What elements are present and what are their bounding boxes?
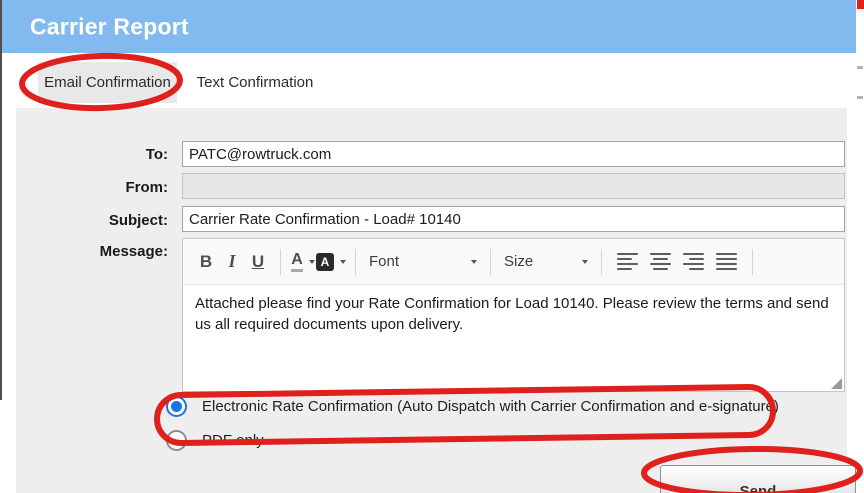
toolbar-separator	[355, 248, 356, 275]
tab-email-confirmation[interactable]: Email Confirmation	[38, 62, 177, 103]
radio-unselected-icon	[166, 430, 187, 451]
header: Carrier Report	[2, 0, 856, 53]
align-left-button[interactable]	[617, 252, 638, 271]
tab-text-label: Text Confirmation	[196, 74, 314, 91]
radio-electronic-label: Electronic Rate Confirmation (Auto Dispa…	[202, 398, 779, 415]
radio-selected-icon	[166, 396, 187, 417]
align-right-button[interactable]	[683, 252, 704, 271]
align-justify-button[interactable]	[716, 252, 737, 271]
toolbar-separator	[280, 248, 281, 275]
font-select[interactable]: Font	[365, 247, 481, 277]
size-select-label: Size	[504, 253, 534, 270]
message-body-input[interactable]: Attached please find your Rate Confirmat…	[183, 285, 844, 391]
font-select-label: Font	[369, 253, 400, 270]
toolbar-separator	[601, 248, 602, 275]
toolbar-separator	[752, 248, 753, 275]
subject-label: Subject:	[108, 212, 168, 229]
message-editor: B I U A A Font Size Attached please find…	[182, 238, 845, 392]
from-label: From:	[125, 179, 169, 196]
window-left-border	[0, 0, 2, 400]
to-label: To:	[145, 146, 168, 163]
toolbar-separator	[490, 248, 491, 275]
tab-email-label: Email Confirmation	[44, 74, 171, 91]
chevron-down-icon	[471, 259, 477, 264]
scrollbar-mark	[857, 66, 863, 69]
resize-handle-icon[interactable]	[831, 378, 842, 389]
text-color-icon: A	[291, 251, 303, 272]
chevron-down-icon	[308, 259, 315, 264]
page-title: Carrier Report	[30, 13, 189, 39]
red-annotation-fragment	[857, 0, 864, 9]
send-button[interactable]: Send	[660, 465, 856, 493]
text-color-button[interactable]: A	[290, 247, 316, 277]
background-color-button[interactable]: A	[316, 247, 346, 277]
tab-text-confirmation[interactable]: Text Confirmation	[177, 62, 333, 103]
to-input[interactable]	[182, 141, 845, 167]
radio-option-pdf-only[interactable]: PDF only	[166, 430, 264, 451]
editor-toolbar: B I U A A Font Size	[183, 239, 844, 285]
right-edge-strip	[856, 0, 864, 493]
chevron-down-icon	[340, 259, 346, 264]
italic-button[interactable]: I	[219, 247, 245, 277]
size-select[interactable]: Size	[500, 247, 592, 277]
underline-button[interactable]: U	[245, 247, 271, 277]
message-label: Message:	[99, 243, 168, 260]
background-color-icon: A	[316, 252, 334, 271]
carrier-report-window: Carrier Report Email Confirmation Text C…	[0, 0, 864, 493]
subject-input[interactable]	[182, 206, 845, 232]
chevron-down-icon	[582, 259, 588, 264]
from-input	[182, 173, 845, 199]
radio-option-electronic[interactable]: Electronic Rate Confirmation (Auto Dispa…	[166, 396, 779, 417]
align-center-button[interactable]	[650, 252, 671, 271]
scrollbar-mark	[857, 96, 863, 99]
bold-button[interactable]: B	[193, 247, 219, 277]
radio-pdf-label: PDF only	[202, 432, 264, 449]
